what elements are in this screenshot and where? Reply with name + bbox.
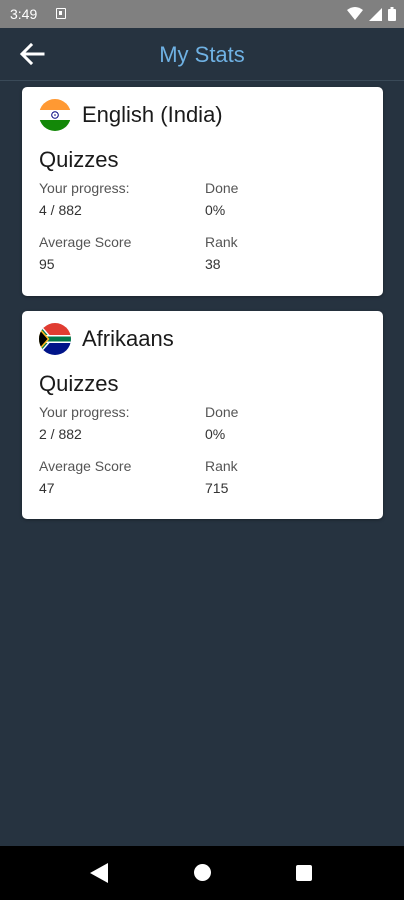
status-icons [347, 6, 396, 22]
rank-value: 38 [205, 256, 221, 272]
india-flag-icon [39, 99, 71, 131]
page-title: My Stats [159, 42, 245, 67]
wifi-icon [347, 7, 363, 20]
done-label: Done [205, 180, 239, 196]
rank-value: 715 [205, 480, 229, 496]
notification-icon [56, 8, 66, 19]
progress-label: Your progress: [39, 180, 130, 196]
done-value: 0% [205, 426, 226, 442]
section-title: Quizzes [39, 371, 119, 396]
language-name: Afrikaans [82, 326, 174, 351]
rank-label: Rank [205, 458, 238, 474]
status-bar: 3:49 [0, 0, 404, 28]
language-stats-card[interactable]: Afrikaans Quizzes Your progress: 2 / 882… [22, 311, 383, 519]
average-score-label: Average Score [39, 234, 132, 250]
done-value: 0% [205, 202, 226, 218]
battery-icon [388, 7, 396, 21]
system-nav-bar [0, 846, 404, 900]
progress-value: 4 / 882 [39, 202, 82, 218]
average-score-value: 95 [39, 256, 55, 272]
progress-label: Your progress: [39, 404, 130, 420]
rank-label: Rank [205, 234, 238, 250]
nav-recents-icon[interactable] [296, 865, 312, 881]
nav-back-icon[interactable] [90, 863, 108, 883]
signal-icon [369, 7, 382, 21]
average-score-value: 47 [39, 480, 55, 496]
south-africa-flag-icon [39, 323, 71, 355]
average-score-label: Average Score [39, 458, 132, 474]
progress-value: 2 / 882 [39, 426, 82, 442]
language-name: English (India) [82, 102, 223, 127]
done-label: Done [205, 404, 239, 420]
language-stats-card[interactable]: English (India) Quizzes Your progress: 4… [22, 87, 383, 296]
nav-home-icon[interactable] [194, 864, 211, 881]
status-time: 3:49 [10, 6, 38, 22]
section-title: Quizzes [39, 147, 119, 172]
app-bar: My Stats [0, 28, 404, 81]
